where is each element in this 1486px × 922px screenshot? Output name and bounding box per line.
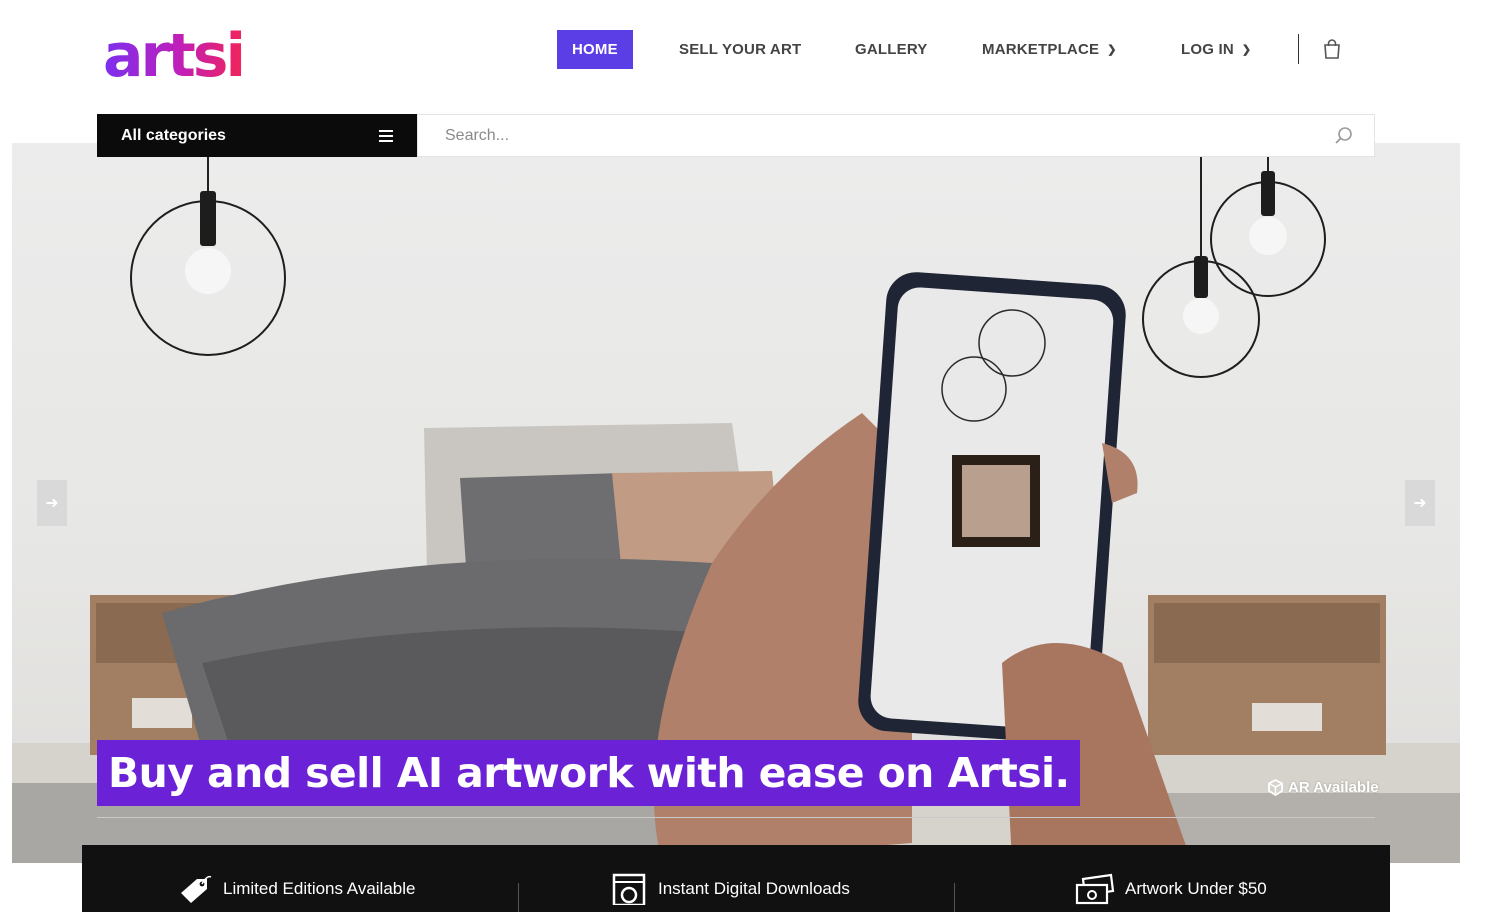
- tag-icon: [181, 875, 212, 903]
- all-categories-button[interactable]: All categories: [97, 114, 417, 157]
- arrow-left-icon: ➜: [45, 495, 59, 512]
- all-categories-label: All categories: [121, 126, 226, 144]
- hero-slider: ➜ ➜ Buy and sell AI artwork with ease on…: [12, 143, 1460, 863]
- download-icon: [612, 873, 646, 905]
- ar-cube-icon: [1268, 779, 1283, 796]
- features-strip: Limited Editions Available Instant Digit…: [82, 845, 1390, 912]
- money-icon: [1075, 873, 1115, 904]
- search-input[interactable]: [418, 115, 1305, 156]
- shopping-bag-icon[interactable]: [1322, 38, 1342, 60]
- search-icon[interactable]: [1334, 126, 1354, 146]
- nav-marketplace-label: MARKETPLACE: [982, 41, 1100, 58]
- hero-divider: [97, 817, 1375, 818]
- feature-divider: [518, 883, 519, 912]
- svg-text:artsi: artsi: [103, 21, 243, 80]
- arrow-right-icon: ➜: [1413, 495, 1427, 512]
- feature-label: Limited Editions Available: [223, 878, 416, 898]
- nav-gallery[interactable]: GALLERY: [855, 30, 928, 69]
- feature-divider: [954, 883, 955, 912]
- nav-sell-your-art[interactable]: SELL YOUR ART: [679, 30, 801, 69]
- nav-login[interactable]: LOG IN ❯: [1181, 30, 1251, 69]
- feature-label: Instant Digital Downloads: [658, 878, 850, 898]
- nav-marketplace[interactable]: MARKETPLACE ❯: [982, 30, 1117, 69]
- menu-icon: [379, 129, 393, 142]
- chevron-down-icon: ❯: [1241, 44, 1252, 56]
- nav-login-label: LOG IN: [1181, 41, 1234, 58]
- ar-available-badge[interactable]: AR Available: [1267, 779, 1379, 796]
- search-bar: [417, 114, 1375, 157]
- nav-home[interactable]: HOME: [557, 30, 633, 69]
- ar-available-label: AR Available: [1288, 779, 1379, 796]
- nav-divider: [1298, 34, 1299, 64]
- slider-prev-button[interactable]: ➜: [37, 480, 67, 526]
- brand-logo[interactable]: artsi: [103, 18, 273, 80]
- chevron-down-icon: ❯: [1107, 44, 1117, 56]
- slider-next-button[interactable]: ➜: [1405, 480, 1435, 526]
- hero-headline: Buy and sell AI artwork with ease on Art…: [97, 740, 1081, 806]
- feature-label: Artwork Under $50: [1125, 878, 1267, 898]
